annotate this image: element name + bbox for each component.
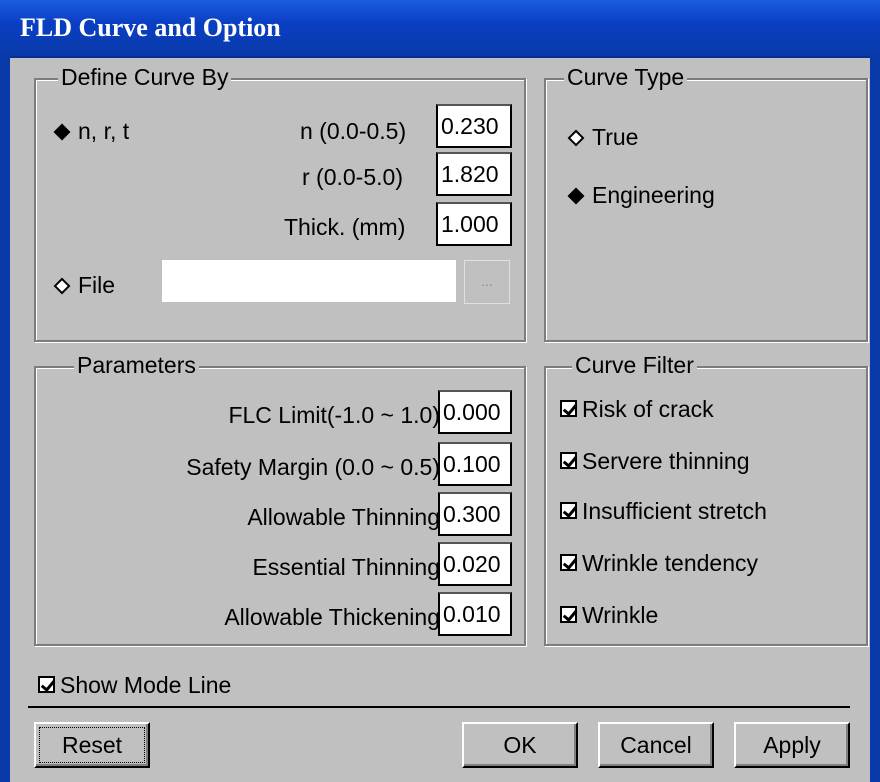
allowable-thickening-label: Allowable Thickening	[224, 604, 440, 630]
ok-button[interactable]: OK	[462, 722, 578, 768]
essential-thinning-label: Essential Thinning	[252, 554, 440, 580]
allowable-thinning-input[interactable]: 0.300	[438, 492, 512, 536]
nrt-label: n, r, t	[78, 118, 130, 144]
risk-of-crack-label: Risk of crack	[582, 396, 714, 422]
severe-thinning-checkbox[interactable]: Servere thinning	[560, 448, 750, 475]
wrinkle-tendency-checkbox[interactable]: Wrinkle tendency	[560, 550, 758, 577]
true-radio[interactable]: True	[566, 124, 638, 151]
engineering-radio[interactable]: Engineering	[566, 182, 715, 209]
apply-button[interactable]: Apply	[734, 722, 850, 768]
r-input[interactable]: 1.820	[436, 152, 512, 196]
wrinkle-checkbox[interactable]: Wrinkle	[560, 602, 658, 629]
wrinkle-tendency-label: Wrinkle tendency	[582, 550, 758, 576]
file-path-input[interactable]	[162, 260, 456, 302]
browse-label: ...	[481, 273, 493, 289]
n-input[interactable]: 0.230	[436, 104, 512, 148]
reset-button[interactable]: Reset	[34, 722, 150, 768]
parameters-group: Parameters FLC Limit(-1.0 ~ 1.0) 0.000 S…	[34, 352, 526, 646]
file-label: File	[78, 272, 116, 298]
checkbox-checked-icon	[560, 452, 577, 470]
browse-button[interactable]: ...	[464, 260, 510, 304]
insufficient-stretch-label: Insufficient stretch	[582, 498, 767, 524]
n-label: n (0.0-0.5)	[300, 118, 407, 144]
nrt-radio[interactable]: n, r, t	[52, 118, 129, 145]
allowable-thinning-label: Allowable Thinning	[247, 504, 440, 530]
radio-selected-icon	[567, 187, 585, 205]
dialog-window: FLD Curve and Option Define Curve By n, …	[0, 0, 880, 782]
radio-selected-icon	[53, 123, 71, 141]
title-bar[interactable]: FLD Curve and Option	[0, 0, 880, 58]
safety-margin-label: Safety Margin (0.0 ~ 0.5)	[186, 454, 440, 480]
curve-type-legend: Curve Type	[564, 64, 688, 91]
file-radio[interactable]: File	[52, 272, 115, 299]
engineering-label: Engineering	[592, 182, 715, 208]
wrinkle-label: Wrinkle	[582, 602, 659, 628]
radio-unselected-icon	[567, 129, 585, 147]
show-mode-line-label: Show Mode Line	[60, 672, 232, 698]
checkbox-checked-icon	[560, 502, 577, 520]
r-label: r (0.0-5.0)	[302, 164, 403, 190]
allowable-thickening-input[interactable]: 0.010	[438, 592, 512, 636]
separator-line	[28, 706, 850, 708]
window-title: FLD Curve and Option	[20, 13, 281, 42]
flc-limit-input[interactable]: 0.000	[438, 390, 512, 434]
ok-label: OK	[503, 732, 537, 758]
window-border-right	[870, 56, 880, 782]
cancel-button[interactable]: Cancel	[598, 722, 714, 768]
risk-of-crack-checkbox[interactable]: Risk of crack	[560, 396, 714, 423]
reset-label: Reset	[61, 732, 123, 758]
parameters-legend: Parameters	[74, 352, 199, 379]
radio-unselected-icon	[53, 277, 71, 295]
define-curve-legend: Define Curve By	[58, 64, 232, 91]
essential-thinning-input[interactable]: 0.020	[438, 542, 512, 586]
checkbox-checked-icon	[38, 676, 55, 694]
safety-margin-input[interactable]: 0.100	[438, 442, 512, 486]
show-mode-line-checkbox[interactable]: Show Mode Line	[38, 672, 231, 699]
flc-limit-label: FLC Limit(-1.0 ~ 1.0)	[228, 402, 440, 428]
severe-thinning-label: Servere thinning	[582, 448, 750, 474]
curve-filter-legend: Curve Filter	[572, 352, 697, 379]
thickness-label: Thick. (mm)	[284, 214, 406, 240]
apply-label: Apply	[763, 732, 821, 758]
curve-type-group: Curve Type True Engineering	[544, 64, 868, 342]
thickness-input[interactable]: 1.000	[436, 202, 512, 246]
true-label: True	[592, 124, 639, 150]
window-border-left	[0, 56, 10, 782]
checkbox-checked-icon	[560, 554, 577, 572]
checkbox-checked-icon	[560, 606, 577, 624]
insufficient-stretch-checkbox[interactable]: Insufficient stretch	[560, 498, 767, 525]
cancel-label: Cancel	[620, 732, 692, 758]
checkbox-checked-icon	[560, 400, 577, 418]
define-curve-group: Define Curve By n, r, t n (0.0-0.5) 0.23…	[34, 64, 526, 342]
curve-filter-group: Curve Filter Risk of crack Servere thinn…	[544, 352, 868, 646]
